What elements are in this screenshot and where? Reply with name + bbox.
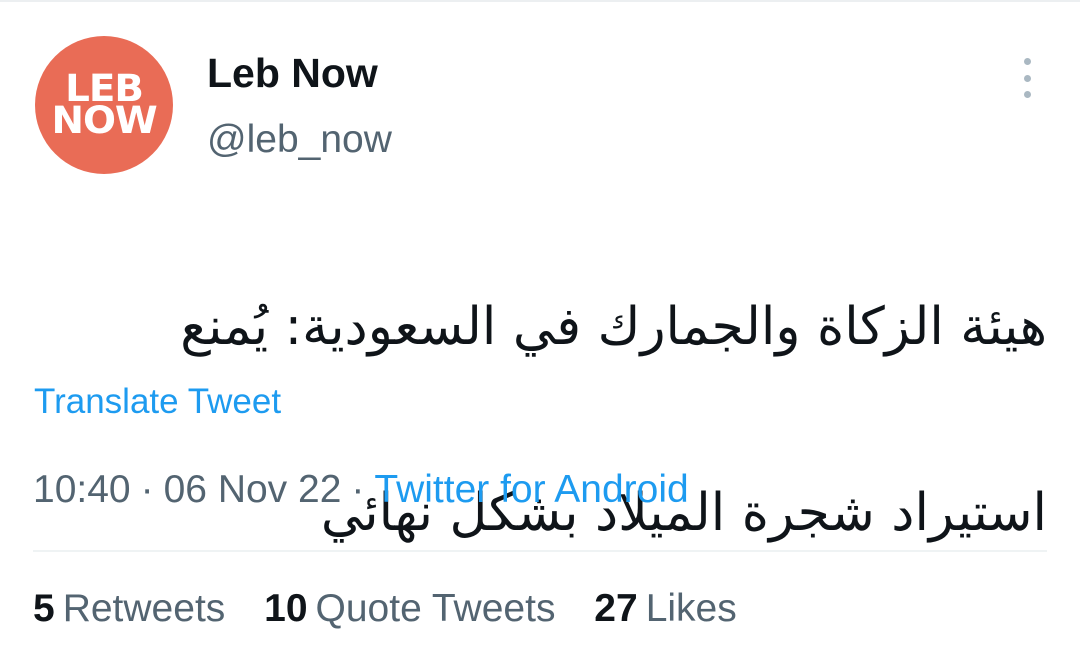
more-dot	[1023, 58, 1031, 65]
tweet-time[interactable]: 10:40	[33, 468, 131, 511]
likes-label: Likes	[645, 587, 737, 630]
top-divider	[0, 0, 1080, 2]
avatar[interactable]: LEB NOW	[35, 36, 173, 174]
quote-tweets-count: 10	[264, 587, 308, 630]
translate-tweet-link[interactable]: Translate Tweet	[34, 382, 281, 422]
stats-divider	[33, 550, 1047, 552]
more-vertical-icon[interactable]	[1010, 58, 1044, 98]
quote-tweets-label: Quote Tweets	[315, 587, 556, 630]
more-dot	[1023, 91, 1031, 98]
user-handle[interactable]: @leb_now	[207, 118, 392, 162]
engagement-stats: 5 Retweets 10 Quote Tweets 27 Likes	[33, 587, 737, 631]
retweets-stat[interactable]: 5 Retweets	[33, 587, 225, 630]
tweet-text-line-1: هيئة الزكاة والجمارك في السعودية: يُمنع	[180, 297, 1047, 357]
avatar-logo-text-2: NOW	[51, 99, 157, 142]
likes-count: 27	[594, 587, 638, 630]
tweet-metadata: 10:40 · 06 Nov 22 · Twitter for Android	[33, 468, 689, 512]
tweet-detail: LEB NOW Leb Now @leb_now هيئة الزكاة وال…	[0, 0, 1080, 665]
more-dot	[1023, 74, 1031, 82]
tweet-source-link[interactable]: Twitter for Android	[374, 468, 688, 511]
meta-separator: ·	[140, 468, 154, 511]
retweets-label: Retweets	[62, 587, 226, 630]
tweet-date[interactable]: 06 Nov 22	[164, 468, 342, 511]
likes-stat[interactable]: 27 Likes	[594, 587, 736, 630]
meta-separator: ·	[351, 468, 365, 511]
retweets-count: 5	[33, 587, 55, 630]
display-name[interactable]: Leb Now	[207, 50, 378, 97]
quote-tweets-stat[interactable]: 10 Quote Tweets	[264, 587, 555, 630]
